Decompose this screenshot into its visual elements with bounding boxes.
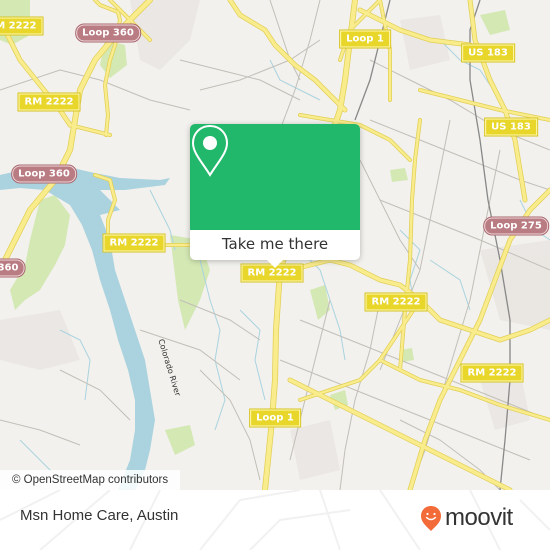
road-shield-us-183: US 183 [485,118,537,136]
footer-bar: Msn Home Care, Austin moovit [0,490,550,550]
road-shield-us-183: US 183 [462,44,514,62]
take-me-there-button[interactable]: Take me there [190,230,360,260]
popup-header [190,124,360,230]
road-shield-rm-2222: RM 2222 [18,93,80,111]
road-shield-loop-360: Loop 360 [76,24,140,42]
road-shield-loop-360: 360 [0,259,25,277]
map-view[interactable]: Loop 360 RM 2222 RM 2222 Loop 360 360 RM… [0,0,550,490]
road-shield-rm-2222: RM 2222 [365,293,427,311]
road-shield-rm-2222: RM 2222 [0,17,43,35]
location-pin-icon [191,124,229,177]
map-attribution[interactable]: © OpenStreetMap contributors [0,470,181,490]
road-shield-loop-275: Loop 275 [484,217,548,235]
road-shield-loop-360: Loop 360 [12,165,76,183]
road-shield-loop-1: Loop 1 [250,409,300,427]
road-shield-rm-2222: RM 2222 [103,234,165,252]
road-shield-loop-1: Loop 1 [340,30,390,48]
location-popup[interactable]: Take me there [190,124,360,268]
popup-pointer [266,259,284,268]
moovit-wordmark: moovit [445,504,513,531]
place-name: Msn Home Care, Austin [20,507,179,524]
moovit-pin-icon [421,505,441,531]
road-shield-rm-2222: RM 2222 [461,364,523,382]
moovit-logo[interactable]: moovit [420,504,513,532]
